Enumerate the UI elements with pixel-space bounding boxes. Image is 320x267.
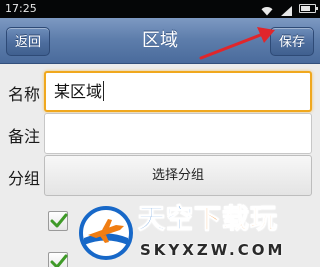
signal-icon — [280, 4, 292, 16]
watermark-domain: SKYXZW.COM — [140, 241, 286, 259]
group-checkbox[interactable] — [48, 252, 68, 267]
battery-level — [301, 6, 310, 11]
group-label: 分组 — [8, 169, 41, 188]
back-button[interactable]: 返回 — [6, 27, 50, 56]
name-input[interactable]: 某区域 — [44, 71, 312, 112]
name-label: 名称 — [8, 85, 41, 104]
watermark-brand-accent: 下载玩 — [194, 204, 278, 236]
airplane-logo-icon — [79, 206, 133, 260]
check-icon — [50, 254, 68, 267]
note-label: 备注 — [8, 127, 41, 146]
name-input-value: 某区域 — [54, 82, 103, 101]
note-input[interactable] — [44, 113, 312, 154]
watermark-title: 天空下载玩 — [138, 203, 278, 237]
annotation-arrow-icon — [199, 27, 275, 60]
group-checkbox[interactable] — [48, 211, 68, 231]
status-icons — [257, 4, 318, 16]
screen: 17:25 返回 区域 保存 名称 某区域 备注 分组 选择分组 天空下载玩 S… — [0, 0, 320, 267]
status-time: 17:25 — [5, 2, 37, 15]
watermark-brand-main: 天空 — [138, 204, 194, 236]
wifi-icon — [261, 4, 273, 16]
text-caret — [103, 81, 105, 101]
battery-icon — [299, 4, 318, 13]
watermark: 天空下载玩 SKYXZW.COM — [78, 203, 320, 267]
status-bar: 17:25 — [0, 0, 320, 18]
select-group-button[interactable]: 选择分组 — [44, 155, 312, 196]
check-icon — [50, 213, 68, 228]
